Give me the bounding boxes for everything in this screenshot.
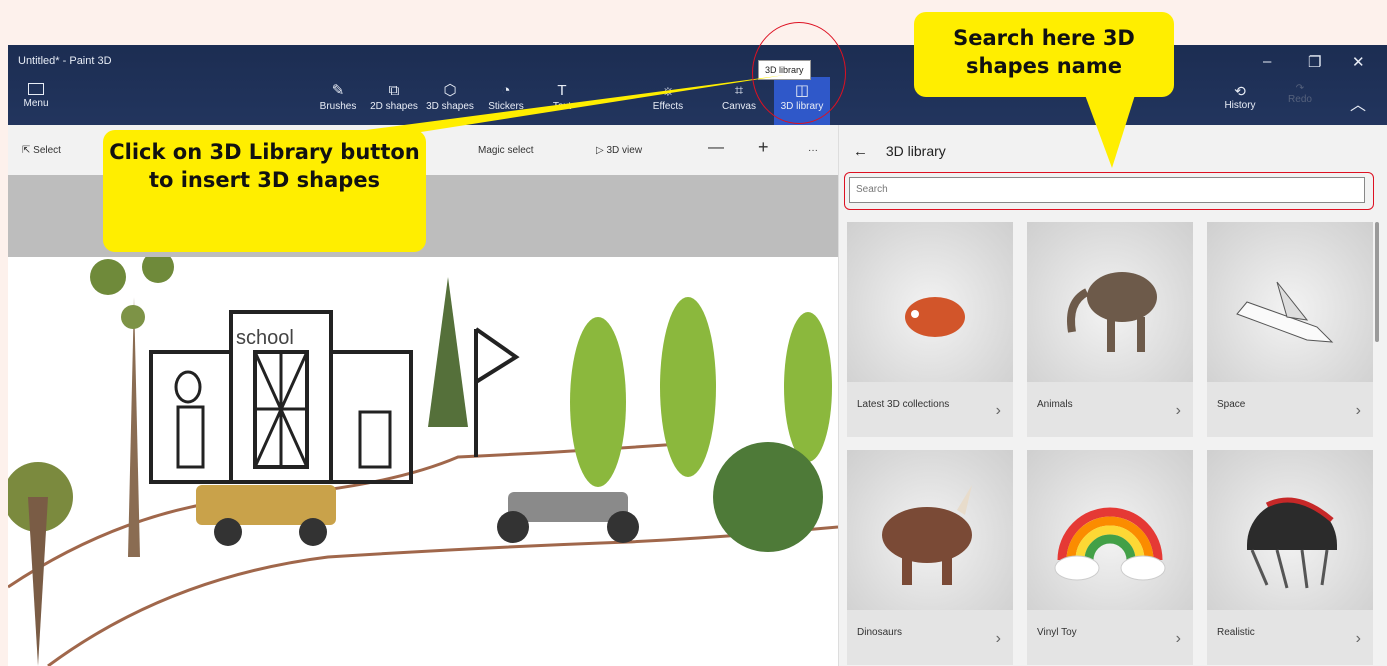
3d-library-highlight-ring — [752, 22, 846, 124]
callout-pointers — [290, 75, 1135, 168]
callout-search: Search here 3D shapes name — [914, 12, 1174, 97]
callout-3d-library: Click on 3D Library button to insert 3D … — [103, 130, 426, 252]
